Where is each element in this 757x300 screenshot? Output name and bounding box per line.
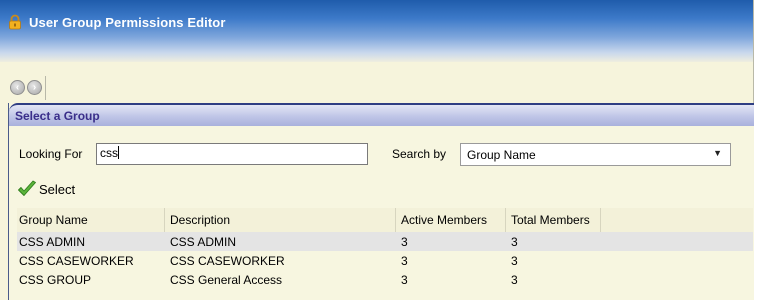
cell-total-members: 3: [511, 254, 518, 268]
looking-for-input[interactable]: css: [96, 143, 368, 165]
column-header-total-members[interactable]: Total Members: [511, 213, 590, 227]
cell-description: CSS ADMIN: [170, 235, 237, 249]
cell-group-name: CSS ADMIN: [19, 235, 86, 249]
cell-description: CSS General Access: [170, 273, 283, 287]
column-divider[interactable]: [395, 208, 396, 232]
cell-total-members: 3: [511, 235, 518, 249]
panel-title: Select a Group: [15, 109, 100, 123]
window-title: User Group Permissions Editor: [29, 15, 226, 30]
search-by-value: Group Name: [467, 148, 536, 162]
cell-total-members: 3: [511, 273, 518, 287]
search-by-label: Search by: [392, 147, 447, 161]
panel-header: Select a Group: [9, 103, 754, 126]
checkmark-icon: [18, 180, 36, 196]
chevron-down-icon[interactable]: ▼: [713, 148, 722, 158]
text-cursor: [118, 146, 119, 159]
cell-group-name: CSS CASEWORKER: [19, 254, 134, 268]
nav-separator: [45, 76, 46, 100]
back-arrow-icon[interactable]: ‹: [10, 80, 25, 95]
column-header-group-name[interactable]: Group Name: [19, 213, 88, 227]
column-divider[interactable]: [505, 208, 506, 232]
select-button-label: Select: [39, 182, 76, 197]
cell-group-name: CSS GROUP: [19, 273, 92, 287]
lock-icon: [9, 14, 21, 30]
column-header-description[interactable]: Description: [170, 213, 230, 227]
table-row[interactable]: CSS GROUP CSS General Access 3 3: [17, 270, 753, 289]
cell-active-members: 3: [401, 273, 408, 287]
forward-arrow-icon[interactable]: ›: [27, 80, 42, 95]
table-header: Group Name Description Active Members To…: [17, 208, 753, 232]
looking-for-label: Looking For: [19, 147, 83, 161]
table-row[interactable]: CSS ADMIN CSS ADMIN 3 3: [17, 232, 753, 251]
search-by-select[interactable]: Group Name ▼: [460, 143, 731, 166]
column-divider[interactable]: [164, 208, 165, 232]
looking-for-value: css: [100, 146, 118, 160]
column-header-active-members[interactable]: Active Members: [401, 213, 487, 227]
table-row[interactable]: CSS CASEWORKER CSS CASEWORKER 3 3: [17, 251, 753, 270]
cell-description: CSS CASEWORKER: [170, 254, 285, 268]
title-bar: User Group Permissions Editor: [0, 0, 753, 62]
navigation-bar: ‹ ›: [0, 62, 753, 102]
cell-active-members: 3: [401, 235, 408, 249]
cell-active-members: 3: [401, 254, 408, 268]
column-divider[interactable]: [600, 208, 601, 232]
app-window: User Group Permissions Editor ‹ › Select…: [0, 0, 754, 300]
